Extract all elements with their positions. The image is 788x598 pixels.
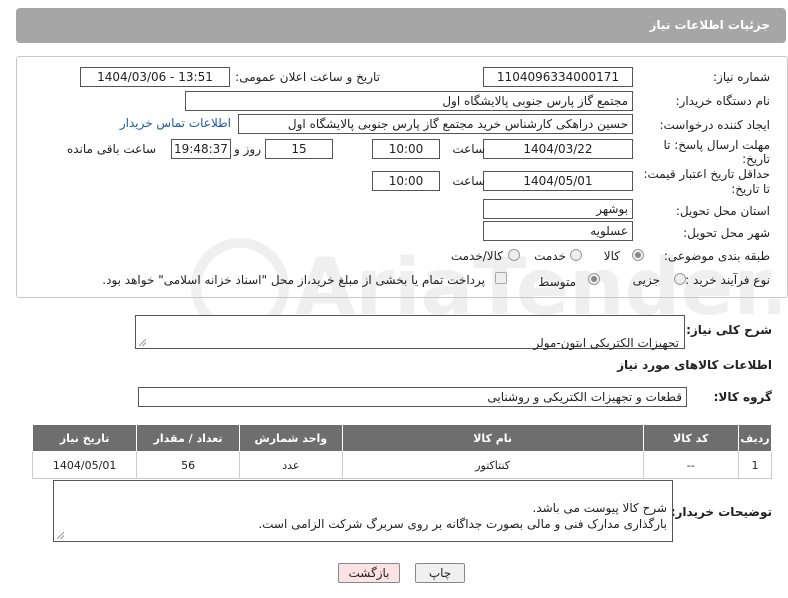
print-button[interactable]: چاپ (415, 563, 465, 583)
buyer-notes-label: توضیحات خریدار: (670, 505, 772, 519)
treasury-payment-note: پرداخت تمام یا بخشی از مبلغ خرید،از محل … (102, 273, 485, 287)
creator-field: حسین دراهکی کارشناس خرید مجتمع گاز پارس … (238, 114, 633, 134)
category-option-goods-service: کالا/خدمت (450, 249, 503, 263)
col-header-need-date: تاریخ نیاز (31, 424, 138, 452)
validity-label-2: تا تاریخ: (731, 182, 770, 196)
category-radio-goods[interactable] (632, 249, 644, 261)
cell-item-code: -- (642, 451, 740, 479)
cell-row-number: 1 (738, 451, 772, 479)
category-radio-service[interactable] (570, 249, 582, 261)
goods-table: ردیف کد کالا نام کالا واحد شمارش تعداد /… (31, 424, 772, 479)
col-header-row-number: ردیف (738, 424, 772, 452)
deadline-label-2: تاریخ: (742, 152, 770, 166)
need-number-label: شماره نیاز: (713, 70, 770, 84)
buyer-org-field: مجتمع گاز پارس جنوبی پالایشگاه اول (185, 91, 633, 111)
col-header-item-code: کد کالا (642, 424, 740, 452)
deadline-date-field: 1404/03/22 (483, 139, 633, 159)
validity-time-label: ساعت (452, 174, 485, 188)
need-number-field: 1104096334000171 (483, 67, 633, 87)
buyer-org-label: نام دستگاه خریدار: (675, 94, 771, 108)
col-header-item-name: نام کالا (341, 424, 644, 452)
announce-datetime-field: 1404/03/06 - 13:51 (80, 67, 230, 87)
cell-need-date: 1404/05/01 (31, 451, 138, 479)
validity-date-field: 1404/05/01 (483, 171, 633, 191)
deadline-time-field: 10:00 (372, 139, 440, 159)
description-field[interactable]: تجهیزات الکتریکی ایتون-مولر (135, 315, 685, 350)
table-row: 1 -- کنتاکتور عدد 56 1404/05/01 (31, 451, 772, 479)
process-label: نوع فرآیند خرید : (685, 273, 770, 287)
creator-label: ایجاد کننده درخواست: (659, 118, 770, 132)
city-field: عسلویه (483, 221, 633, 241)
description-text: تجهیزات الکتریکی ایتون-مولر (533, 336, 680, 350)
buyer-notes-text: شرح کالا پیوست می باشد. بارگذاری مدارک ف… (258, 501, 667, 531)
category-option-goods: کالا (603, 249, 620, 263)
treasury-payment-checkbox[interactable] (495, 272, 507, 284)
days-label: روز و (234, 142, 261, 156)
category-radio-goods-service[interactable] (508, 249, 520, 261)
days-remaining-field: 15 (265, 139, 333, 159)
process-option-minor: جزیی (632, 273, 660, 287)
goods-section-title: اطلاعات کالاهای مورد نیاز (617, 358, 772, 372)
province-field: بوشهر (483, 199, 633, 219)
goods-group-field: قطعات و تجهیزات الکتریکی و روشنایی (138, 387, 687, 407)
validity-label: حداقل تاریخ اعتبار قیمت: (643, 167, 770, 181)
remaining-time-field: 19:48:37 (171, 139, 231, 159)
resize-grip-icon[interactable] (139, 339, 146, 346)
process-radio-medium[interactable] (588, 273, 600, 285)
cell-item-name: کنتاکتور (341, 451, 644, 479)
cell-unit: عدد (238, 451, 343, 479)
deadline-time-label: ساعت (452, 142, 485, 156)
buyer-contact-link[interactable]: اطلاعات تماس خریدار (120, 116, 231, 130)
page-header: جزئیات اطلاعات نیاز (16, 8, 786, 43)
remaining-time-label: ساعت باقی مانده (66, 142, 156, 156)
description-label: شرح کلی نیاز: (686, 323, 772, 337)
process-radio-minor[interactable] (674, 273, 686, 285)
goods-group-label: گروه کالا: (713, 390, 772, 404)
col-header-unit: واحد شمارش (238, 424, 343, 452)
cell-quantity: 56 (136, 451, 240, 479)
table-header-row: ردیف کد کالا نام کالا واحد شمارش تعداد /… (31, 424, 772, 452)
process-option-medium: متوسط (538, 275, 576, 289)
deadline-label: مهلت ارسال پاسخ: تا (663, 138, 770, 152)
province-label: استان محل تحویل: (675, 204, 770, 218)
category-label: طبقه بندی موضوعی: (663, 249, 770, 263)
city-label: شهر محل تحویل: (683, 226, 770, 240)
resize-grip-icon[interactable] (57, 532, 64, 539)
page-title: جزئیات اطلاعات نیاز (649, 18, 770, 32)
announce-label: تاریخ و ساعت اعلان عمومی: (235, 70, 380, 84)
buyer-notes-field[interactable]: شرح کالا پیوست می باشد. بارگذاری مدارک ف… (53, 480, 673, 542)
category-option-service: خدمت (534, 249, 566, 263)
back-button[interactable]: بازگشت (338, 563, 400, 583)
col-header-quantity: تعداد / مقدار (136, 424, 240, 452)
validity-time-field: 10:00 (372, 171, 440, 191)
